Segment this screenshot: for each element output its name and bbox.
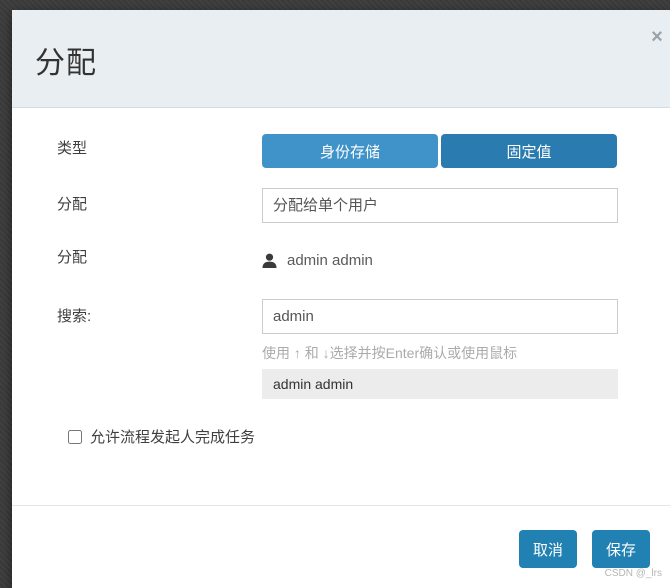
assignee-chip: admin admin xyxy=(262,252,618,269)
type-label: 类型 xyxy=(57,140,88,157)
assignment-dialog: 分配 × 类型 身份存储 固定值 分配 分配给单个用户 分配 admin adm… xyxy=(12,10,670,588)
footer-buttons: 取消 保存 xyxy=(519,530,650,568)
dialog-header: 分配 × xyxy=(12,10,670,108)
initiator-complete-row: 允许流程发起人完成任务 xyxy=(68,426,255,447)
type-option-fixed-value[interactable]: 固定值 xyxy=(441,134,617,168)
search-hint: 使用 ↑ 和 ↓选择并按Enter确认或使用鼠标 xyxy=(262,345,518,361)
assign-mode-label: 分配 xyxy=(57,196,88,213)
assignee-label: 分配 xyxy=(57,249,88,266)
type-toggle-group: 身份存储 固定值 xyxy=(262,134,618,168)
search-result-item[interactable]: admin admin xyxy=(262,369,618,399)
close-icon[interactable]: × xyxy=(644,24,670,50)
assign-mode-select[interactable]: 分配给单个用户 xyxy=(262,188,618,223)
dialog-footer: 取消 保存 xyxy=(12,505,670,588)
watermark: CSDN @_lrs xyxy=(604,568,662,579)
search-label: 搜索: xyxy=(57,308,92,325)
initiator-complete-checkbox[interactable] xyxy=(68,429,82,444)
type-option-identity-store[interactable]: 身份存储 xyxy=(262,134,438,168)
search-input[interactable] xyxy=(262,299,618,334)
dialog-title: 分配 xyxy=(35,47,97,80)
initiator-complete-label: 允许流程发起人完成任务 xyxy=(90,429,256,446)
cancel-button[interactable]: 取消 xyxy=(519,530,577,568)
assignee-name: admin admin xyxy=(287,252,373,269)
person-icon xyxy=(262,253,277,269)
save-button[interactable]: 保存 xyxy=(592,530,650,568)
